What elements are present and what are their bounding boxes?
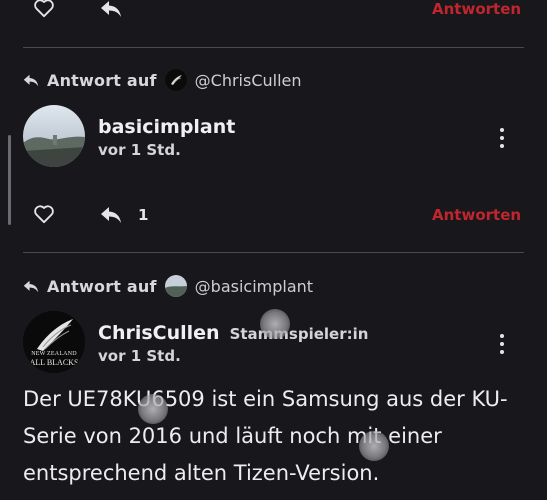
post-body-text: Der UE78KU6509 ist ein Samsung aus der K… [23,387,508,485]
like-heart-icon[interactable] [33,0,55,18]
reply-small-icon [23,74,39,87]
more-options-icon[interactable] [497,334,507,354]
reply-button[interactable]: Antworten [432,0,521,18]
mini-avatar-landscape [164,275,187,297]
reply-to-handle: @basicimplant [194,276,314,296]
reply-to-link[interactable]: Antwort auf @ChrisCullen [23,69,302,91]
user-title-badge: Stammspieler:in [229,325,369,343]
touch-indicator [138,394,168,424]
reply-to-handle: @ChrisCullen [194,70,302,90]
reply-to-label: Antwort auf [47,276,157,296]
reply-arrow-icon[interactable] [100,0,122,18]
username[interactable]: basicimplant [98,116,235,138]
username[interactable]: ChrisCullen [98,322,220,344]
reply-small-icon [23,280,39,293]
reply-to-link[interactable]: Antwort auf @basicimplant [23,275,313,297]
touch-indicator [260,309,290,339]
post-divider [23,47,524,48]
reply-count[interactable]: 1 [138,206,148,224]
scrollbar-thumb[interactable] [8,135,11,225]
post-divider [23,252,524,253]
reply-to-label: Antwort auf [47,70,157,90]
avatar[interactable]: NEW ZEALAND ALL BLACKS [23,311,85,373]
reply-button[interactable]: Antworten [432,206,521,224]
like-heart-icon[interactable] [33,204,55,224]
avatar-text-line-2: ALL BLACKS [29,358,79,367]
more-options-icon[interactable] [497,128,507,148]
avatar[interactable] [23,105,85,167]
post-time[interactable]: vor 1 Std. [98,141,181,159]
touch-indicator [359,431,389,461]
mini-avatar-allblacks [164,69,187,91]
avatar-text-line-1: NEW ZEALAND [31,351,77,357]
reply-arrow-icon[interactable] [100,206,122,224]
post-time[interactable]: vor 1 Std. [98,347,181,365]
